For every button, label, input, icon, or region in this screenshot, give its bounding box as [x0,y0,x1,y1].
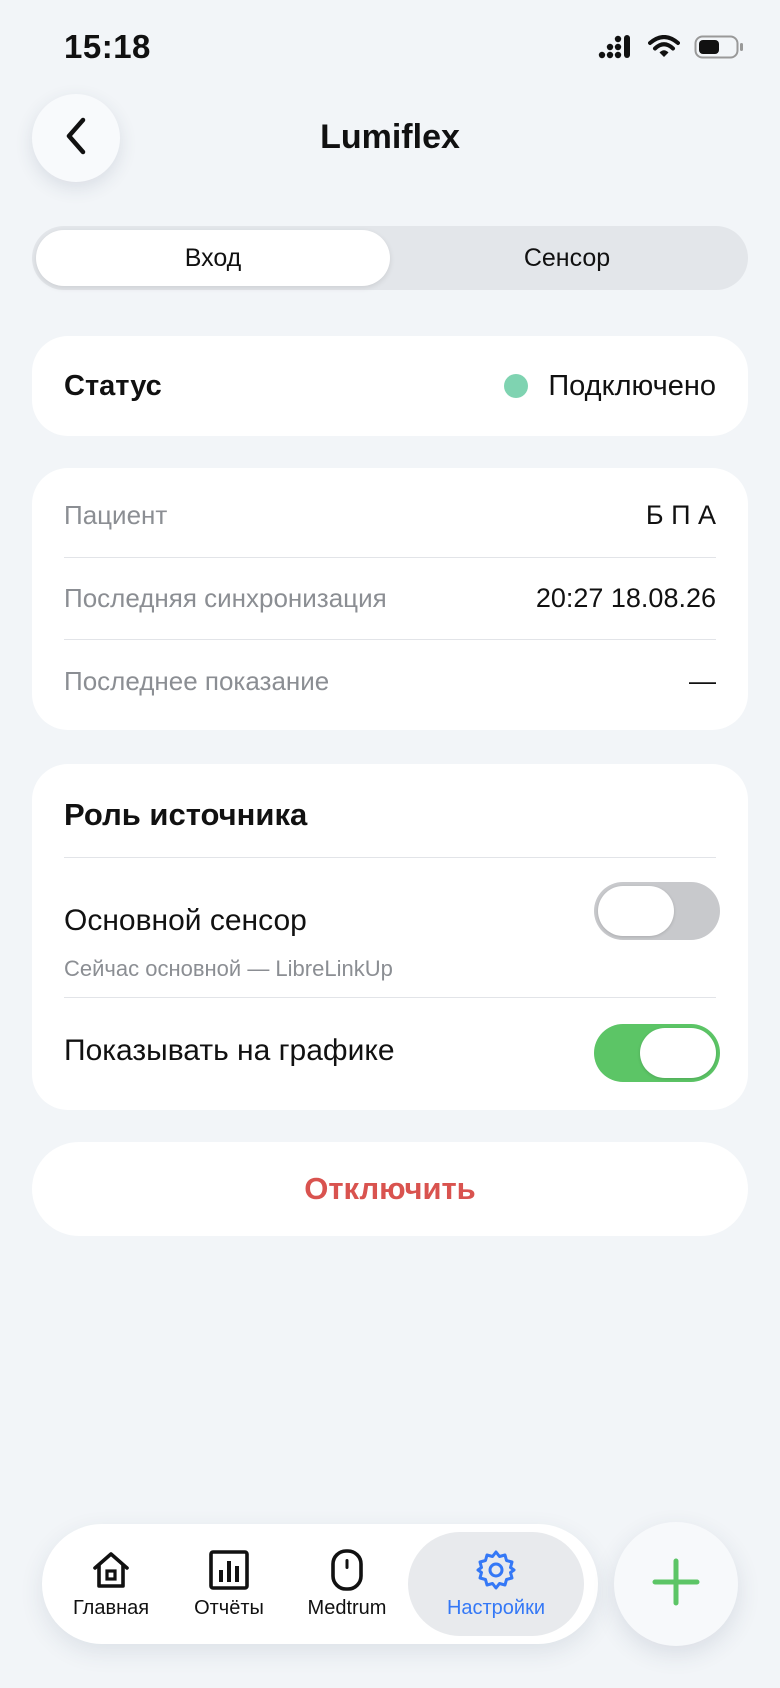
status-indicator-dot [504,374,529,398]
toggle-knob [598,886,674,936]
toggle-knob [640,1028,716,1078]
plus-icon [651,1557,701,1612]
battery-icon [694,34,744,65]
patient-label: Пациент [64,500,168,530]
nav-item-reports-label: Отчёты [194,1596,264,1619]
nav-item-reports[interactable]: Отчёты [172,1532,286,1636]
show-on-chart-label: Показывать на графике [64,1034,395,1067]
segmented-control: Вход Сенсор [32,226,748,290]
primary-sensor-subtitle: Сейчас основной — LibreLinkUp [64,956,393,981]
status-time: 15:18 [64,28,151,65]
disconnect-button[interactable]: Отключить [32,1142,748,1236]
bar-chart-icon [208,1549,250,1591]
tab-sensor[interactable]: Сенсор [390,230,744,286]
info-row-patient: Пациент Б П А [64,468,716,558]
status-card: Статус Подключено [32,336,748,436]
last-sync-label: Последняя синхронизация [64,583,387,613]
bottom-nav: Главная Отчёты Medtrum Настройки [42,1524,598,1644]
show-on-chart-toggle[interactable] [594,1024,720,1082]
status-bar: 15:18 [0,0,780,100]
info-row-last-sync: Последняя синхронизация 20:27 18.08.26 [64,558,716,640]
nav-item-home[interactable]: Главная [50,1532,172,1636]
status-label: Статус [64,369,162,402]
cellular-signal-icon [598,34,634,65]
show-on-chart-row: Показывать на графике [64,998,720,1108]
screen: 15:18 Lumiflex Вход Сенсор Статус Подклю… [0,0,780,1688]
primary-sensor-row: Основной сенсор Сейчас основной — LibreL… [64,858,720,998]
wifi-icon [648,35,680,64]
gear-icon [475,1549,517,1591]
last-reading-value: — [689,665,716,696]
nav-item-settings-label: Настройки [446,1596,546,1619]
patient-value: Б П А [645,500,716,530]
status-icons [598,34,744,65]
tab-login[interactable]: Вход [36,230,390,286]
status-value-wrap: Подключено [504,370,716,403]
source-role-title: Роль источника [64,764,716,858]
primary-sensor-label: Основной сенсор [64,904,307,937]
nav-item-medtrum-label: Medtrum [307,1596,387,1619]
nav-item-settings[interactable]: Настройки [408,1532,584,1636]
tab-sensor-label: Сенсор [523,243,611,272]
source-role-card: Роль источника Основной сенсор Сейчас ос… [32,764,748,1110]
last-reading-label: Последнее показание [64,665,330,696]
nav-item-medtrum[interactable]: Medtrum [286,1532,408,1636]
nav-item-home-label: Главная [72,1596,150,1619]
page-title: Lumiflex [320,118,460,156]
device-icon [326,1548,368,1591]
info-card: Пациент Б П А Последняя синхронизация 20… [32,468,748,730]
home-icon [90,1549,132,1591]
status-value: Подключено [548,369,716,402]
disconnect-label: Отключить [304,1171,476,1206]
info-row-last-reading: Последнее показание — [64,640,716,722]
add-button[interactable] [614,1522,738,1646]
last-sync-value: 20:27 18.08.26 [535,583,716,613]
tab-login-label: Вход [184,243,242,272]
primary-sensor-toggle[interactable] [594,882,720,940]
